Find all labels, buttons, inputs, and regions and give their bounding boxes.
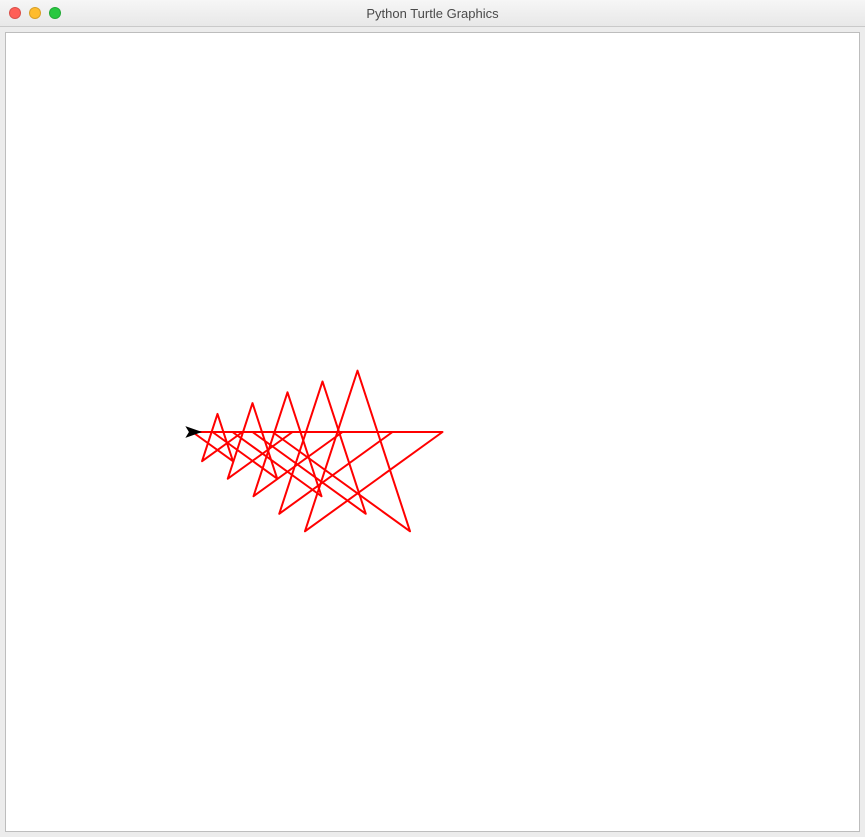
close-icon[interactable] (9, 7, 21, 19)
turtle-canvas-frame (5, 32, 860, 832)
turtle-canvas (6, 33, 859, 831)
titlebar[interactable]: Python Turtle Graphics (0, 0, 865, 27)
client-area (0, 27, 865, 837)
minimize-icon[interactable] (29, 7, 41, 19)
window-title: Python Turtle Graphics (0, 6, 865, 21)
zoom-icon[interactable] (49, 7, 61, 19)
app-window: Python Turtle Graphics (0, 0, 865, 837)
traffic-lights (0, 7, 61, 19)
